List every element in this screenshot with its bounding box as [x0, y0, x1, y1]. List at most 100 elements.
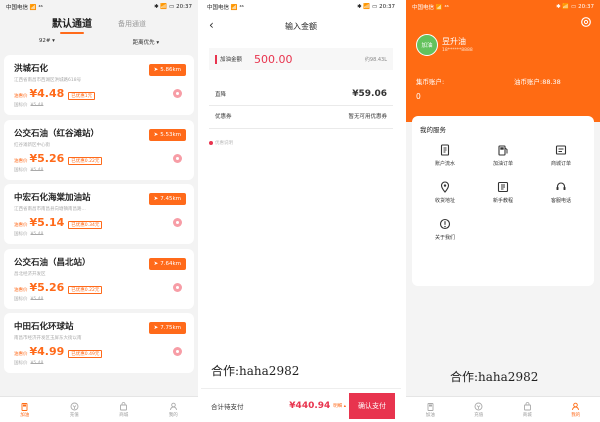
service-address[interactable]: 收货地址	[416, 181, 474, 204]
confirm-pay-button[interactable]: 确认支付	[349, 392, 395, 419]
fuel-icon	[21, 402, 28, 411]
location-pin-icon[interactable]	[173, 218, 182, 227]
coin-account-value: 0	[416, 92, 421, 101]
coupon-row[interactable]: 优惠券 暂无可用优惠券	[215, 112, 387, 120]
recharge-icon	[70, 402, 79, 410]
amount-value[interactable]: 500.00	[254, 53, 293, 66]
tab-recharge[interactable]: 充值	[474, 402, 483, 418]
service-label: 收货地址	[434, 198, 455, 204]
location-pin-icon[interactable]	[173, 282, 182, 292]
tab-fuel[interactable]: 加油	[426, 402, 435, 418]
service-account-flow[interactable]: 账户流水	[416, 144, 474, 167]
sort-dropdown[interactable]: 距离优先 ▾	[133, 38, 160, 50]
distance-text: 7.64km	[160, 260, 181, 267]
national-price-label: 国标价	[14, 361, 28, 366]
clock: 20:37	[176, 3, 192, 10]
tutorial-icon	[497, 181, 509, 193]
detail-toggle[interactable]: 明细 ▴	[333, 403, 346, 409]
tab-label: 商城	[522, 412, 532, 418]
tab-profile[interactable]: 我的	[169, 402, 178, 418]
liters-estimate: 约98.43L	[364, 56, 387, 63]
distance-text: 5.53km	[160, 131, 181, 138]
national-price-row: 国标价 ¥5.48	[14, 102, 184, 108]
national-price-label: 国标价	[14, 167, 28, 173]
distance-button[interactable]: ➤ 5.53km	[148, 128, 186, 141]
distance-text: 7.75km	[160, 325, 181, 331]
distance-button[interactable]: ➤ 7.45km	[148, 193, 186, 205]
discount-row: 直降 ¥59.06	[215, 89, 387, 99]
saved-badge: 已优惠0.22元	[68, 156, 103, 165]
carrier: 中国电信 📶 ⁴⁶	[6, 4, 43, 11]
service-fuel-order[interactable]: 加油订单	[474, 144, 532, 167]
fuel-type-dropdown[interactable]: 92# ▾	[39, 38, 55, 50]
clock: 20:37	[379, 3, 395, 10]
station-card[interactable]: 中田石化环球站 南昌市经济开发区玉屏东大街以南 油惠价 ¥4.99 已优惠0.4…	[4, 313, 194, 373]
national-price-label: 国标价	[14, 296, 28, 302]
service-mall-order[interactable]: 商城订单	[532, 144, 590, 167]
account-flow-icon	[440, 144, 450, 156]
national-price: ¥5.48	[30, 296, 44, 302]
filter-bar: 92# ▾ 距离优先 ▾	[0, 38, 198, 50]
navigate-icon: ➤	[153, 325, 159, 331]
distance-button[interactable]: ➤ 5.86km	[148, 64, 186, 76]
national-price-row: 国标价 ¥5.48	[14, 360, 184, 366]
station-card[interactable]: 洪城石化 江西省南昌市西湖区洪城路618号 油惠价 ¥4.48 已优惠1元 国标…	[4, 55, 194, 115]
station-card[interactable]: 公交石油（红谷滩站） 红谷滩新区中心街 油惠价 ¥5.26 已优惠0.22元 国…	[4, 119, 194, 180]
total-amount: ¥440.94	[289, 400, 331, 411]
national-price-row: 国标价 ¥5.48	[14, 231, 184, 237]
watermark-text: 合作:haha2982	[450, 370, 539, 384]
saved-badge: 已优惠0.49元	[68, 350, 103, 358]
distance-text: 7.45km	[160, 196, 181, 202]
clock: 20:37	[578, 3, 594, 10]
service-about[interactable]: 关于我们	[416, 218, 474, 241]
station-card[interactable]: 中宏石化海棠加油站 江西省南昌市南昌县向塘镇南昌路... 油惠价 ¥5.14 已…	[4, 184, 194, 244]
discount-tip[interactable]: 优惠说明	[209, 140, 233, 146]
back-icon[interactable]: ‹	[209, 19, 214, 31]
address-icon	[440, 181, 450, 193]
price-row: 油惠价 ¥4.99 已优惠0.49元	[14, 345, 184, 358]
price-label: 油惠价	[14, 223, 28, 228]
station-list: 洪城石化 江西省南昌市西湖区洪城路618号 油惠价 ¥4.48 已优惠1元 国标…	[4, 55, 194, 378]
location-pin-icon[interactable]	[173, 89, 182, 98]
coin-account-label[interactable]: 集币账户:	[416, 76, 444, 86]
price-label: 油惠价	[14, 94, 28, 99]
tab-backup-channel[interactable]: 备用通道	[118, 19, 146, 29]
station-address: 红谷滩新区中心街	[14, 142, 50, 148]
station-card[interactable]: 公交石油（昌北站） 昌北经济开发区 油惠价 ¥5.26 已优惠0.22元 国标价…	[4, 248, 194, 309]
location-pin-icon[interactable]	[173, 347, 182, 356]
tab-profile[interactable]: 我的	[571, 402, 580, 418]
settings-gear-icon[interactable]	[580, 16, 592, 28]
price-row: 油惠价 ¥5.26 已优惠0.22元	[14, 152, 184, 165]
price-label: 油惠价	[14, 287, 28, 293]
navigate-icon: ➤	[153, 131, 159, 138]
avatar[interactable]: 加油	[416, 34, 438, 56]
navigate-icon: ➤	[153, 196, 159, 202]
info-icon	[209, 141, 213, 145]
distance-button[interactable]: ➤ 7.75km	[148, 322, 186, 334]
location-pin-icon[interactable]	[173, 153, 182, 163]
tab-recharge[interactable]: 充值	[70, 402, 79, 418]
services-grid: 账户流水 加油订单 商城订单 收货地址 新手教程 客服电话 关于我们	[416, 144, 590, 241]
service-tutorial[interactable]: 新手教程	[474, 181, 532, 204]
service-support[interactable]: 客服电话	[532, 181, 590, 204]
national-price-label: 国标价	[14, 103, 28, 108]
page-title: 输入金额	[285, 21, 317, 31]
distance-text: 5.86km	[160, 67, 181, 73]
distance-button[interactable]: ➤ 7.64km	[148, 257, 186, 270]
station-address: 江西省南昌市南昌县向塘镇南昌路...	[14, 207, 86, 212]
user-name: 昱升油	[442, 37, 466, 46]
tab-mall[interactable]: 商城	[522, 401, 532, 418]
national-price-row: 国标价 ¥5.48	[14, 167, 184, 173]
about-icon	[439, 218, 451, 230]
tab-default-channel[interactable]: 默认通道	[52, 15, 92, 34]
price-row: 油惠价 ¥5.14 已优惠0.34元	[14, 216, 184, 229]
price-label: 油惠价	[14, 158, 28, 164]
national-price: ¥5.48	[30, 103, 44, 108]
bottom-tabbar: 加油 充值 商城 我的	[0, 396, 198, 422]
tab-mall[interactable]: 商城	[119, 401, 128, 418]
tab-fuel[interactable]: 加油	[20, 402, 29, 418]
profile-header: 中国电信 📶 ⁴⁶ ✱ 📶 ▭ 20:37 加油 昱升油 18******888…	[406, 0, 600, 122]
amount-input[interactable]: 加油金额 500.00 约98.43L	[209, 48, 393, 70]
oil-account-label[interactable]: 油币账户:88.38	[514, 76, 561, 86]
services-title: 我的服务	[420, 126, 446, 134]
